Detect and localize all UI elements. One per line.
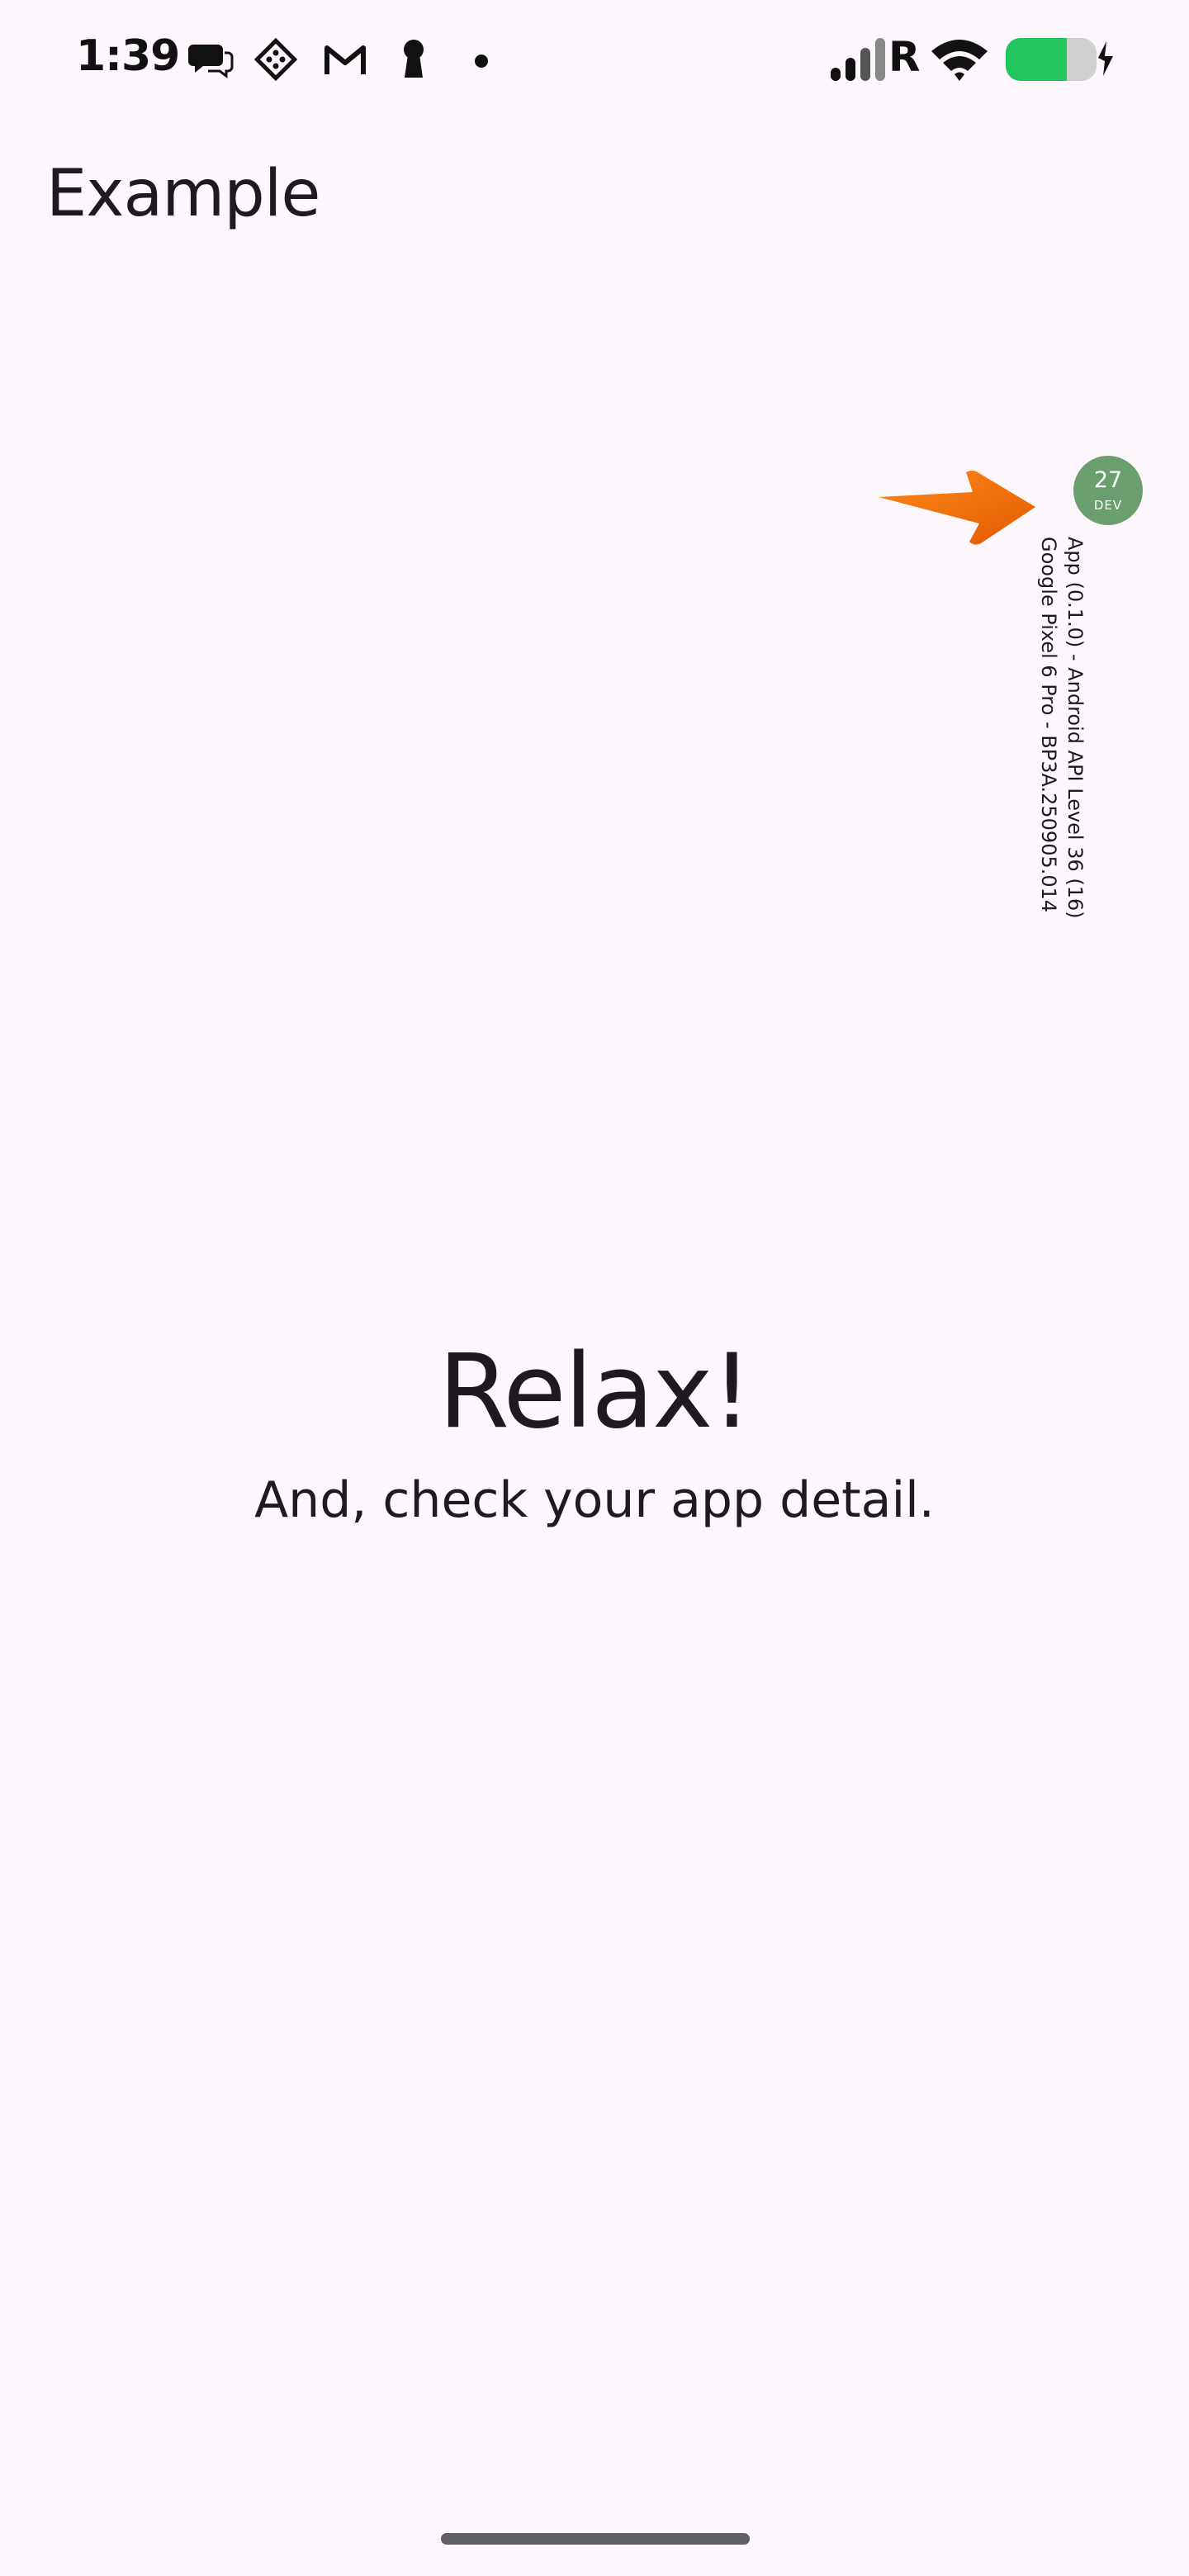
app-bar-title: Example <box>46 157 320 231</box>
dev-info-text: App (0.1.0) - Android API Level 36 (16) … <box>1035 537 1088 919</box>
chat-icon <box>188 45 234 78</box>
subheadline: And, check your app detail. <box>254 1471 935 1529</box>
network-label: R <box>888 33 921 81</box>
gmail-icon <box>324 45 366 74</box>
game-icon <box>253 37 298 82</box>
dev-badge-number: 27 <box>1093 467 1123 493</box>
dev-badge[interactable]: 27 DEV <box>1073 456 1143 525</box>
dot-icon <box>475 54 488 68</box>
status-bar: 1:39 R <box>0 0 1189 124</box>
status-time: 1:39 <box>76 31 180 81</box>
wifi-icon <box>931 40 988 81</box>
dev-info-device: Google Pixel 6 Pro - BP3A.250905.014 <box>1037 537 1060 913</box>
headline: Relax! <box>438 1333 752 1451</box>
dev-info-app: App (0.1.0) - Android API Level 36 (16) <box>1063 537 1087 919</box>
arrow-right-icon <box>879 471 1035 545</box>
battery-charging-icon <box>1006 38 1113 81</box>
keyhole-icon <box>404 40 424 78</box>
dev-badge-label: DEV <box>1093 498 1123 513</box>
home-indicator[interactable] <box>441 2533 750 2545</box>
